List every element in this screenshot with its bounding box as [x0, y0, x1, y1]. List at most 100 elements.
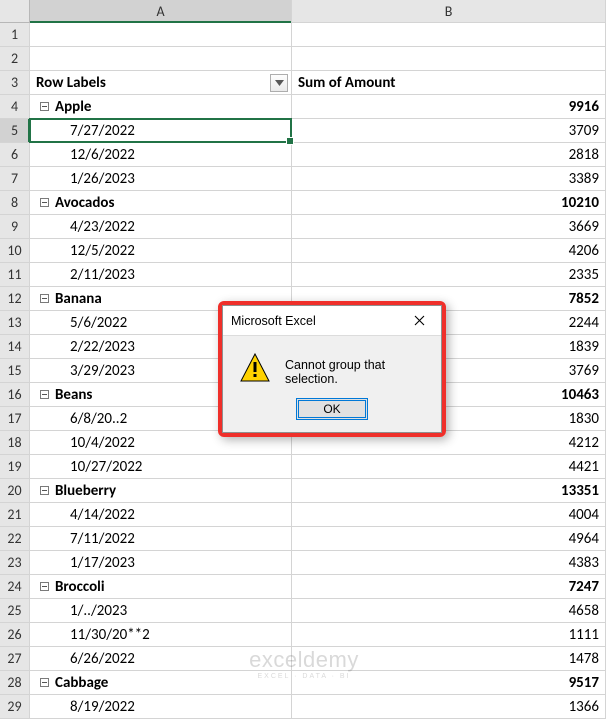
collapse-icon[interactable] — [40, 102, 49, 111]
row-header[interactable]: 14 — [0, 335, 30, 359]
item-value[interactable]: 4964 — [292, 527, 606, 551]
pivot-item-row[interactable]: 1/../2023 — [30, 599, 292, 623]
pivot-group-row[interactable]: Apple — [30, 95, 292, 119]
row-header[interactable]: 21 — [0, 503, 30, 527]
cell[interactable] — [292, 47, 606, 71]
row-header[interactable]: 1 — [0, 23, 30, 47]
item-value[interactable]: 4206 — [292, 239, 606, 263]
pivot-item-row[interactable]: 8/19/2022 — [30, 695, 292, 719]
row-header[interactable]: 7 — [0, 167, 30, 191]
item-value[interactable]: 2818 — [292, 143, 606, 167]
row-header[interactable]: 2 — [0, 47, 30, 71]
collapse-icon[interactable] — [40, 678, 49, 687]
group-value[interactable]: 9916 — [292, 95, 606, 119]
row-header[interactable]: 25 — [0, 599, 30, 623]
select-all-corner[interactable] — [0, 0, 30, 23]
item-value[interactable]: 4658 — [292, 599, 606, 623]
group-label: Apple — [55, 98, 91, 116]
pivot-item-row[interactable]: 4/14/2022 — [30, 503, 292, 527]
group-label: Broccoli — [55, 578, 105, 596]
collapse-icon[interactable] — [40, 198, 49, 207]
group-label: Banana — [55, 290, 102, 308]
row-header[interactable]: 12 — [0, 287, 30, 311]
cell[interactable] — [30, 23, 292, 47]
row-header[interactable]: 4 — [0, 95, 30, 119]
item-value[interactable]: 3389 — [292, 167, 606, 191]
collapse-icon[interactable] — [40, 582, 49, 591]
row-header[interactable]: 28 — [0, 671, 30, 695]
pivot-item-row[interactable]: 12/6/2022 — [30, 143, 292, 167]
pivot-row-labels-header[interactable]: Row Labels — [30, 71, 292, 95]
cell[interactable] — [292, 23, 606, 47]
item-value[interactable]: 1366 — [292, 695, 606, 719]
pivot-group-row[interactable]: Blueberry — [30, 479, 292, 503]
pivot-group-row[interactable]: Avocados — [30, 191, 292, 215]
row-header[interactable]: 29 — [0, 695, 30, 719]
row-labels-text: Row Labels — [36, 74, 106, 92]
pivot-item-row[interactable]: 7/27/2022 — [30, 119, 292, 143]
pivot-group-row[interactable]: Cabbage — [30, 671, 292, 695]
collapse-icon[interactable] — [40, 294, 49, 303]
group-label: Avocados — [55, 194, 114, 212]
item-value[interactable]: 1478 — [292, 647, 606, 671]
row-header[interactable]: 17 — [0, 407, 30, 431]
cell[interactable] — [30, 47, 292, 71]
row-header[interactable]: 18 — [0, 431, 30, 455]
item-value[interactable]: 1111 — [292, 623, 606, 647]
row-header[interactable]: 9 — [0, 215, 30, 239]
dialog-title-text: Microsoft Excel — [231, 314, 316, 328]
error-dialog: Microsoft Excel Cannot group that select… — [222, 305, 442, 433]
col-header-B[interactable]: B — [292, 0, 606, 23]
pivot-item-row[interactable]: 4/23/2022 — [30, 215, 292, 239]
item-value[interactable]: 4383 — [292, 551, 606, 575]
warning-icon — [239, 352, 271, 384]
item-value[interactable]: 3669 — [292, 215, 606, 239]
row-header[interactable]: 13 — [0, 311, 30, 335]
pivot-item-row[interactable]: 10/27/2022 — [30, 455, 292, 479]
pivot-item-row[interactable]: 6/26/2022 — [30, 647, 292, 671]
pivot-item-row[interactable]: 1/26/2023 — [30, 167, 292, 191]
pivot-item-row[interactable]: 1/17/2023 — [30, 551, 292, 575]
collapse-icon[interactable] — [40, 390, 49, 399]
group-value[interactable]: 13351 — [292, 479, 606, 503]
dialog-highlight-border: Microsoft Excel Cannot group that select… — [218, 301, 446, 437]
group-label: Cabbage — [55, 674, 108, 692]
row-header[interactable]: 24 — [0, 575, 30, 599]
group-value[interactable]: 10210 — [292, 191, 606, 215]
row-header[interactable]: 8 — [0, 191, 30, 215]
pivot-item-row[interactable]: 2/11/2023 — [30, 263, 292, 287]
item-value[interactable]: 2335 — [292, 263, 606, 287]
pivot-value-header[interactable]: Sum of Amount — [292, 71, 606, 95]
row-header[interactable]: 26 — [0, 623, 30, 647]
pivot-group-row[interactable]: Broccoli — [30, 575, 292, 599]
row-header[interactable]: 3 — [0, 71, 30, 95]
group-label: Blueberry — [55, 482, 116, 500]
row-header[interactable]: 20 — [0, 479, 30, 503]
group-value[interactable]: 7247 — [292, 575, 606, 599]
close-icon[interactable] — [399, 307, 439, 335]
row-header[interactable]: 27 — [0, 647, 30, 671]
group-value[interactable]: 9517 — [292, 671, 606, 695]
dialog-message: Cannot group that selection. — [285, 352, 425, 386]
filter-dropdown-icon[interactable] — [270, 74, 288, 92]
row-header[interactable]: 5 — [0, 119, 30, 143]
row-header[interactable]: 10 — [0, 239, 30, 263]
item-value[interactable]: 4004 — [292, 503, 606, 527]
dialog-titlebar[interactable]: Microsoft Excel — [223, 306, 441, 336]
pivot-item-row[interactable]: 7/11/2022 — [30, 527, 292, 551]
pivot-item-row[interactable]: 12/5/2022 — [30, 239, 292, 263]
row-header[interactable]: 16 — [0, 383, 30, 407]
pivot-item-row[interactable]: 11/30/20**2 — [30, 623, 292, 647]
item-value[interactable]: 4421 — [292, 455, 606, 479]
row-header[interactable]: 11 — [0, 263, 30, 287]
group-label: Beans — [55, 386, 92, 404]
item-value[interactable]: 3709 — [292, 119, 606, 143]
ok-button[interactable]: OK — [296, 398, 368, 420]
col-header-A[interactable]: A — [30, 0, 292, 23]
row-header[interactable]: 6 — [0, 143, 30, 167]
row-header[interactable]: 22 — [0, 527, 30, 551]
collapse-icon[interactable] — [40, 486, 49, 495]
row-header[interactable]: 15 — [0, 359, 30, 383]
row-header[interactable]: 23 — [0, 551, 30, 575]
row-header[interactable]: 19 — [0, 455, 30, 479]
